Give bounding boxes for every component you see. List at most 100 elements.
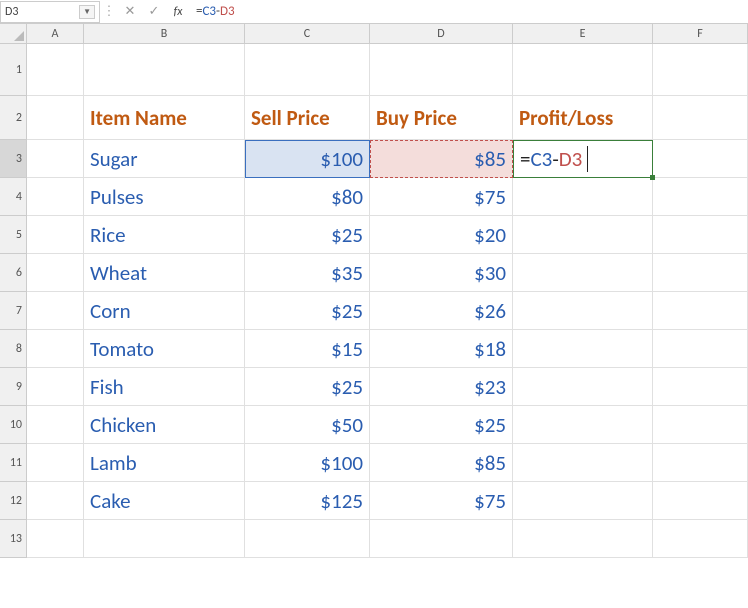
cell-c10[interactable]: $50	[245, 406, 370, 444]
cell-c13[interactable]	[245, 520, 370, 558]
formula-input[interactable]: =C3-D3	[190, 4, 748, 19]
cell-f3[interactable]	[653, 140, 748, 178]
cell-b13[interactable]	[84, 520, 245, 558]
cell-f7[interactable]	[653, 292, 748, 330]
cell-e3[interactable]: =C3-D3	[513, 140, 653, 178]
cell-d10[interactable]: $25	[370, 406, 513, 444]
cancel-icon[interactable]: ✕	[118, 4, 142, 19]
row-head-2[interactable]: 2	[0, 96, 27, 140]
cell-b6[interactable]: Wheat	[84, 254, 245, 292]
cell-a3[interactable]	[27, 140, 84, 178]
cell-a5[interactable]	[27, 216, 84, 254]
col-head-f[interactable]: F	[653, 24, 748, 44]
col-head-c[interactable]: C	[245, 24, 370, 44]
cell-d11[interactable]: $85	[370, 444, 513, 482]
cell-c4[interactable]: $80	[245, 178, 370, 216]
cell-f2[interactable]	[653, 96, 748, 140]
cell-a7[interactable]	[27, 292, 84, 330]
col-head-d[interactable]: D	[370, 24, 513, 44]
cell-a6[interactable]	[27, 254, 84, 292]
row-head-13[interactable]: 13	[0, 520, 27, 558]
cell-c9[interactable]: $25	[245, 368, 370, 406]
cell-a10[interactable]	[27, 406, 84, 444]
cell-d13[interactable]	[370, 520, 513, 558]
cell-f13[interactable]	[653, 520, 748, 558]
fx-icon[interactable]: fx	[166, 5, 190, 19]
cell-d7[interactable]: $26	[370, 292, 513, 330]
row-head-4[interactable]: 4	[0, 178, 27, 216]
cell-f1[interactable]	[653, 44, 748, 96]
row-head-10[interactable]: 10	[0, 406, 27, 444]
cell-a8[interactable]	[27, 330, 84, 368]
cell-a4[interactable]	[27, 178, 84, 216]
cell-c11[interactable]: $100	[245, 444, 370, 482]
cell-b2[interactable]: Item Name	[84, 96, 245, 140]
cell-e9[interactable]	[513, 368, 653, 406]
cell-f12[interactable]	[653, 482, 748, 520]
cell-c2[interactable]: Sell Price	[245, 96, 370, 140]
cell-e12[interactable]	[513, 482, 653, 520]
cell-f9[interactable]	[653, 368, 748, 406]
cell-d1[interactable]	[370, 44, 513, 96]
cell-e13[interactable]	[513, 520, 653, 558]
row-head-9[interactable]: 9	[0, 368, 27, 406]
cell-d3[interactable]: $85	[370, 140, 513, 178]
cell-b9[interactable]: Fish	[84, 368, 245, 406]
cell-e2[interactable]: Profit/Loss	[513, 96, 653, 140]
cell-b12[interactable]: Cake	[84, 482, 245, 520]
cell-f8[interactable]	[653, 330, 748, 368]
cell-c12[interactable]: $125	[245, 482, 370, 520]
cell-e10[interactable]	[513, 406, 653, 444]
cell-d5[interactable]: $20	[370, 216, 513, 254]
cell-e4[interactable]	[513, 178, 653, 216]
cell-b1[interactable]	[84, 44, 245, 96]
spreadsheet-grid[interactable]: A B C D E F 1 2 Item Name Sell Price Buy…	[0, 24, 748, 558]
cell-e7[interactable]	[513, 292, 653, 330]
cell-e1[interactable]	[513, 44, 653, 96]
row-head-7[interactable]: 7	[0, 292, 27, 330]
row-head-12[interactable]: 12	[0, 482, 27, 520]
cell-f6[interactable]	[653, 254, 748, 292]
col-head-e[interactable]: E	[513, 24, 653, 44]
row-head-1[interactable]: 1	[0, 44, 27, 96]
cell-b10[interactable]: Chicken	[84, 406, 245, 444]
cell-f10[interactable]	[653, 406, 748, 444]
row-head-6[interactable]: 6	[0, 254, 27, 292]
select-all-corner[interactable]	[0, 24, 27, 44]
cell-c6[interactable]: $35	[245, 254, 370, 292]
cell-a1[interactable]	[27, 44, 84, 96]
cell-e8[interactable]	[513, 330, 653, 368]
cell-c5[interactable]: $25	[245, 216, 370, 254]
cell-b5[interactable]: Rice	[84, 216, 245, 254]
row-head-5[interactable]: 5	[0, 216, 27, 254]
cell-e11[interactable]	[513, 444, 653, 482]
cell-f4[interactable]	[653, 178, 748, 216]
cell-a2[interactable]	[27, 96, 84, 140]
col-head-a[interactable]: A	[27, 24, 84, 44]
chevron-down-icon[interactable]: ▼	[79, 5, 95, 19]
cell-b4[interactable]: Pulses	[84, 178, 245, 216]
col-head-b[interactable]: B	[84, 24, 245, 44]
row-head-11[interactable]: 11	[0, 444, 27, 482]
row-head-8[interactable]: 8	[0, 330, 27, 368]
cell-f5[interactable]	[653, 216, 748, 254]
cell-a13[interactable]	[27, 520, 84, 558]
confirm-icon[interactable]: ✓	[142, 4, 166, 19]
cell-b7[interactable]: Corn	[84, 292, 245, 330]
cell-b11[interactable]: Lamb	[84, 444, 245, 482]
cell-f11[interactable]	[653, 444, 748, 482]
cell-d12[interactable]: $75	[370, 482, 513, 520]
cell-c1[interactable]	[245, 44, 370, 96]
cell-b3[interactable]: Sugar	[84, 140, 245, 178]
cell-c3[interactable]: $100	[245, 140, 370, 178]
cell-d9[interactable]: $23	[370, 368, 513, 406]
cell-e6[interactable]	[513, 254, 653, 292]
cell-e5[interactable]	[513, 216, 653, 254]
cell-a9[interactable]	[27, 368, 84, 406]
cell-d2[interactable]: Buy Price	[370, 96, 513, 140]
cell-c7[interactable]: $25	[245, 292, 370, 330]
cell-d6[interactable]: $30	[370, 254, 513, 292]
cell-d4[interactable]: $75	[370, 178, 513, 216]
row-head-3[interactable]: 3	[0, 140, 27, 178]
cell-b8[interactable]: Tomato	[84, 330, 245, 368]
